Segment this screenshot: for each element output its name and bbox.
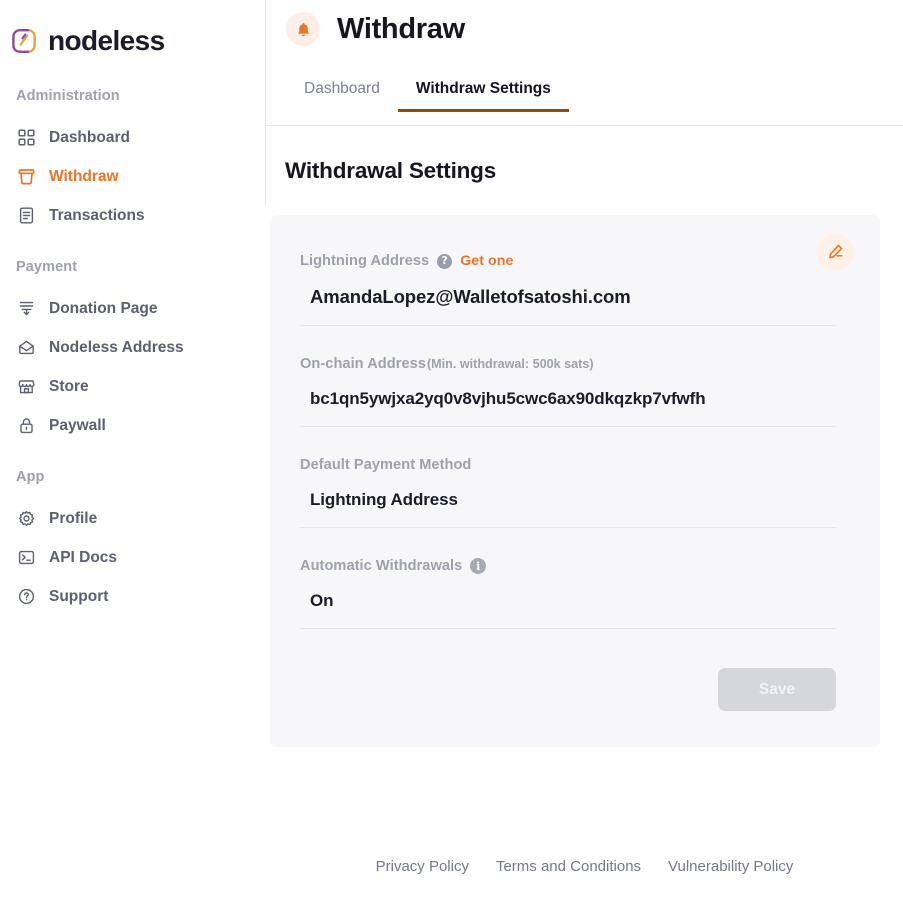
field-automatic-withdrawals: Automatic Withdrawals i On [300, 558, 836, 636]
sidebar-item-label: Support [49, 587, 109, 605]
terminal-icon [17, 548, 36, 567]
gear-icon [17, 509, 36, 528]
withdrawal-settings-card: Lightning Address ? Get one AmandaLopez@… [270, 215, 880, 747]
field-default-payment-method: Default Payment Method Lightning Address [300, 457, 836, 535]
lock-icon [17, 416, 36, 435]
field-value-automatic-withdrawals[interactable]: On [300, 574, 836, 629]
sidebar-section-title: Payment [16, 259, 78, 275]
field-label-row: Default Payment Method [300, 457, 836, 473]
page-title: Withdraw [337, 12, 465, 45]
section-title: Withdrawal Settings [285, 158, 497, 183]
sidebar-item-label: Store [49, 377, 89, 395]
footer-link-privacy-policy[interactable]: Privacy Policy [376, 858, 469, 875]
sidebar-section-title: App [16, 469, 45, 485]
edit-button[interactable] [817, 234, 854, 271]
field-value-lightning-address[interactable]: AmandaLopez@Walletofsatoshi.com [300, 269, 836, 326]
sidebar-item-store[interactable]: Store [0, 367, 266, 406]
sidebar-item-withdraw[interactable]: Withdraw [0, 157, 266, 196]
field-lightning-address: Lightning Address ? Get one AmandaLopez@… [300, 253, 836, 333]
tab-bar-divider [266, 125, 903, 126]
donation-icon [17, 299, 36, 318]
sidebar-section-payment: Payment Donation Page Nodeless Address S… [0, 259, 266, 445]
sidebar-section-administration: Administration Dashboard Withdraw Transa… [0, 88, 266, 235]
field-onchain-address: On-chain Address (Min. withdrawal: 500k … [300, 356, 836, 434]
sidebar-item-transactions[interactable]: Transactions [0, 196, 266, 235]
field-value-default-payment-method[interactable]: Lightning Address [300, 473, 836, 528]
question-circle-icon [17, 587, 36, 606]
sidebar: nodeless Administration Dashboard Withdr… [0, 0, 266, 897]
footer-link-vulnerability-policy[interactable]: Vulnerability Policy [668, 858, 793, 875]
envelope-icon [17, 338, 36, 357]
sidebar-item-dashboard[interactable]: Dashboard [0, 118, 266, 157]
sidebar-item-label: Profile [49, 509, 98, 527]
sidebar-item-paywall[interactable]: Paywall [0, 406, 266, 445]
sidebar-item-label: Nodeless Address [49, 338, 184, 356]
sidebar-item-api-docs[interactable]: API Docs [0, 538, 266, 577]
footer: Privacy Policy Terms and Conditions Vuln… [266, 835, 903, 897]
footer-link-terms-and-conditions[interactable]: Terms and Conditions [496, 858, 641, 875]
brand-name: nodeless [48, 25, 165, 56]
field-label-row: Lightning Address ? Get one [300, 253, 836, 269]
sidebar-item-label: API Docs [49, 548, 118, 566]
sidebar-item-label: Donation Page [49, 299, 158, 317]
tab-bar: Dashboard Withdraw Settings [266, 74, 903, 126]
grid-icon [17, 128, 36, 147]
sidebar-section-app: App Profile API Docs Support [0, 469, 266, 616]
field-label: Default Payment Method [300, 457, 472, 473]
nodeless-logo-icon [10, 27, 38, 55]
sidebar-item-label: Dashboard [49, 128, 130, 146]
field-label-row: Automatic Withdrawals i [300, 558, 836, 574]
sidebar-section-title: Administration [16, 88, 120, 104]
inbox-icon [17, 167, 36, 186]
tab-dashboard[interactable]: Dashboard [286, 74, 398, 112]
field-label: Lightning Address [300, 253, 430, 269]
field-label: On-chain Address [300, 356, 426, 372]
field-label: Automatic Withdrawals [300, 558, 463, 574]
save-button[interactable]: Save [718, 668, 836, 711]
field-label-row: On-chain Address (Min. withdrawal: 500k … [300, 356, 836, 372]
field-value-onchain-address[interactable]: bc1qn5ywjxa2yq0v8vjhu5cwc6ax90dkqzkp7vfw… [300, 372, 836, 427]
pencil-edit-icon [827, 243, 844, 263]
sidebar-item-donation-page[interactable]: Donation Page [0, 289, 266, 328]
field-label-suffix: (Min. withdrawal: 500k sats) [426, 357, 594, 371]
document-lines-icon [17, 206, 36, 225]
storefront-icon [17, 377, 36, 396]
sidebar-item-nodeless-address[interactable]: Nodeless Address [0, 328, 266, 367]
sidebar-item-label: Withdraw [49, 167, 119, 185]
page-header: Withdraw [266, 0, 903, 52]
sidebar-item-label: Paywall [49, 416, 106, 434]
sidebar-item-support[interactable]: Support [0, 577, 266, 616]
card-actions: Save [300, 668, 836, 711]
sidebar-item-label: Transactions [49, 206, 145, 224]
brand-logo[interactable]: nodeless [0, 0, 266, 62]
get-one-link[interactable]: Get one [460, 253, 513, 269]
question-circle-icon[interactable]: ? [437, 253, 453, 269]
info-circle-icon[interactable]: i [470, 558, 487, 574]
bell-icon [286, 12, 320, 46]
sidebar-item-profile[interactable]: Profile [0, 499, 266, 538]
main-content: Withdraw Dashboard Withdraw Settings Wit… [266, 0, 903, 897]
app-root: nodeless Administration Dashboard Withdr… [0, 0, 903, 897]
tab-withdraw-settings[interactable]: Withdraw Settings [397, 74, 569, 112]
